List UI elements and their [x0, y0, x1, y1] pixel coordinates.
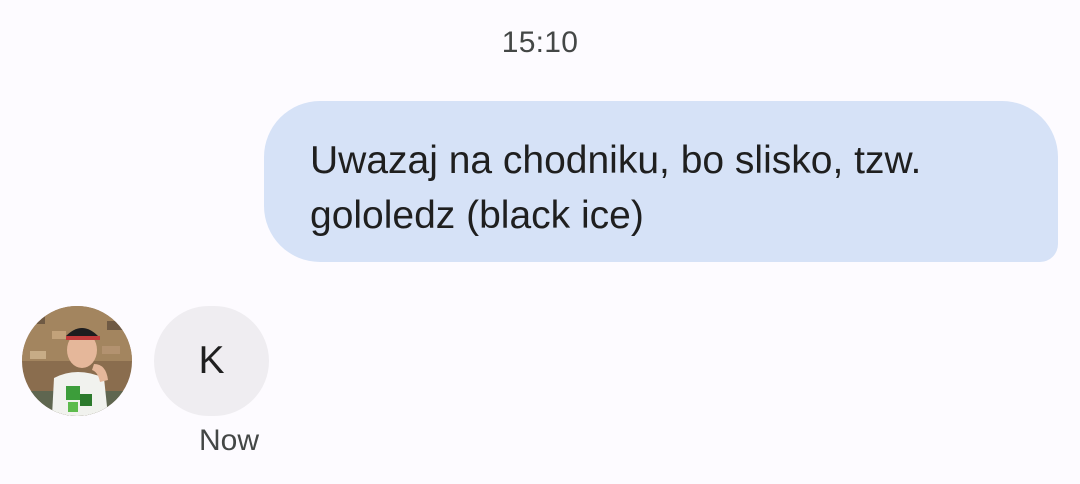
outgoing-message-bubble[interactable]: Uwazaj na chodniku, bo slisko, tzw. golo… — [264, 101, 1058, 262]
avatar-photo — [22, 306, 132, 416]
incoming-message-time: Now — [199, 424, 260, 457]
incoming-message-text: K — [198, 339, 225, 382]
outgoing-message-text: Uwazaj na chodniku, bo slisko, tzw. golo… — [310, 139, 922, 237]
contact-avatar[interactable] — [22, 306, 132, 416]
incoming-message-bubble[interactable]: K — [154, 306, 269, 416]
conversation-timestamp: 15:10 — [501, 26, 579, 59]
